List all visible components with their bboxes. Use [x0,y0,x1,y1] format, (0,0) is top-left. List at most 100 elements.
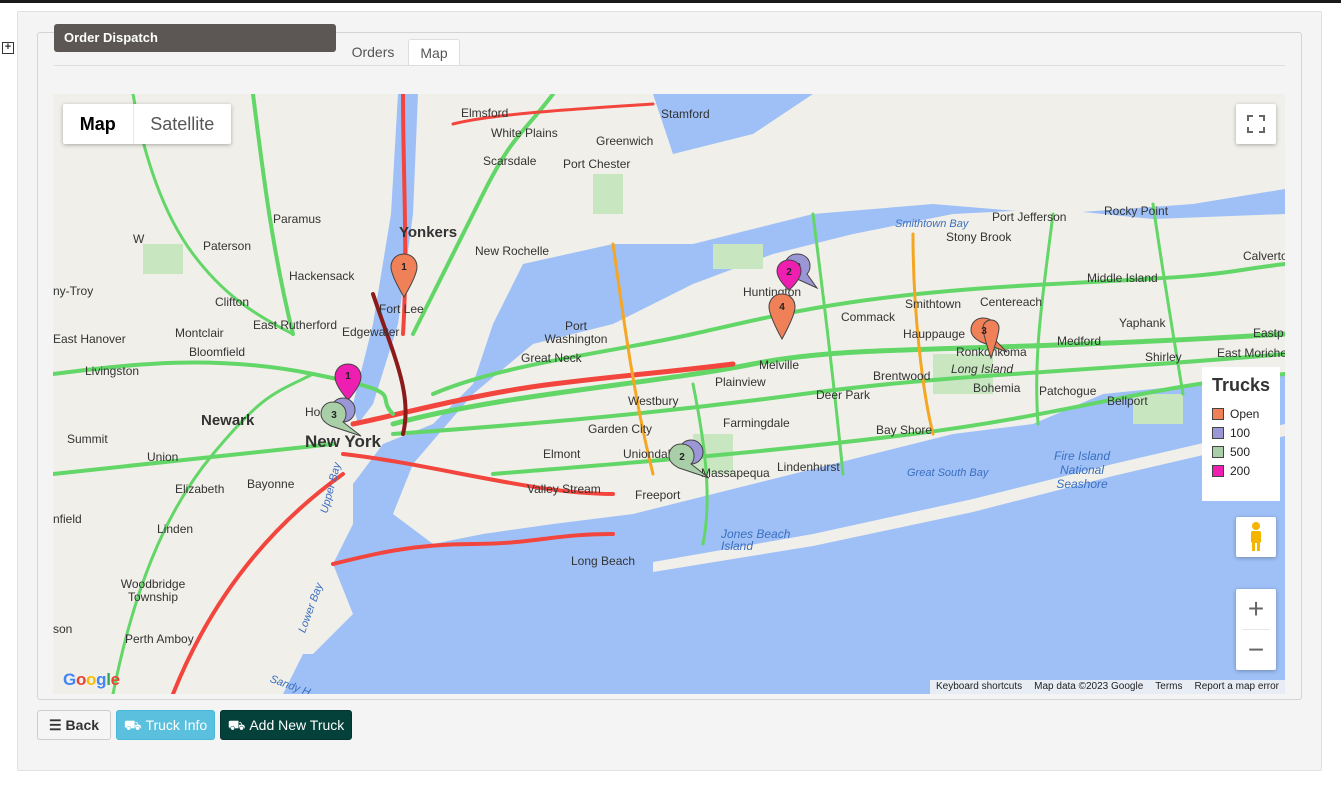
truck-marker[interactable]: 4 [767,292,797,342]
map-type-control: Map Satellite [63,104,231,144]
map-type-satellite-button[interactable]: Satellite [132,104,231,144]
place-long-beach: Long Beach [571,554,636,568]
marker-label: 4 [779,302,785,313]
place-bohemia: Bohemia [973,381,1021,395]
place-fire-island: Fire Island National Seashore [1053,449,1111,491]
marker-label: 3 [331,410,337,421]
google-logo: Google [63,670,120,689]
zoom-in-button[interactable]: + [1236,589,1276,629]
place-hauppauge: Hauppauge [903,327,966,341]
legend-title: Trucks [1212,375,1271,395]
place-bay-shore: Bay Shore [876,423,933,437]
truck-marker[interactable]: 1 [389,252,419,300]
place-summit: Summit [67,432,108,446]
place-commack: Commack [841,310,896,324]
legend-item: 100 [1212,423,1280,442]
place-clifton: Clifton [215,295,250,309]
place-port-washington: Port Washington [544,319,608,346]
place-edgewater: Edgewater [342,325,400,339]
marker-label: 1 [345,371,351,382]
truck-marker[interactable]: 2 [775,258,805,292]
map-data-text: Map data ©2023 Google [1034,681,1144,692]
map-type-map-button[interactable]: Map [63,104,133,144]
marker-label: 1 [401,262,407,273]
place-paramus: Paramus [273,212,322,226]
pegman-icon [1251,522,1261,551]
place-smithtown-bay: Smithtown Bay [895,218,969,230]
place-stony-brook: Stony Brook [946,230,1012,244]
truck-marker[interactable]: 3 [967,316,1013,362]
truck-info-button[interactable]: ⛟ Truck Info [116,710,215,740]
legend-item: 500 [1212,442,1280,461]
report-error-link[interactable]: Report a map error [1189,680,1285,694]
place-valley-stream: Valley Stream [527,482,601,496]
place-linden: Linden [157,522,194,536]
place-yaphank: Yaphank [1119,316,1166,330]
place-hackensack: Hackensack [289,269,355,283]
place-east-rutherford: East Rutherford [253,318,338,332]
place-port-chester: Port Chester [563,157,631,171]
place-medford: Medford [1057,334,1102,348]
panel-title: Order Dispatch [54,24,336,52]
place-yonkers: Yonkers [399,224,458,241]
zoom-out-button[interactable]: − [1236,630,1276,670]
place-calverton: Calverto [1243,249,1285,263]
marker-label: 2 [786,267,792,278]
place-rocky-point: Rocky Point [1104,204,1169,218]
legend-swatch [1212,464,1224,477]
place-wayne: W [133,232,145,246]
truck-marker[interactable]: 2 [665,438,717,484]
place-port-jefferson: Port Jefferson [992,210,1067,224]
place-bellport: Bellport [1107,394,1148,408]
place-newark: Newark [201,412,255,429]
place-scarsdale: Scarsdale [483,154,537,168]
place-greenwich: Greenwich [596,134,654,148]
place-elizabeth: Elizabeth [175,482,225,496]
place-troy: ny-Troy [53,284,94,298]
legend-label: Open [1230,406,1260,421]
place-brentwood: Brentwood [873,369,931,383]
legend-swatch [1212,445,1224,458]
tab-map[interactable]: Map [408,39,460,66]
place-melville: Melville [759,358,800,372]
place-centereach: Centereach [980,295,1043,309]
place-eastport: Eastp [1253,326,1284,340]
map-attribution: Keyboard shortcuts Map data ©2023 Google… [929,680,1285,694]
place-jones-beach: Jones Beach Island [721,527,791,553]
back-button-label: Back [65,717,100,733]
fullscreen-button[interactable] [1236,104,1276,144]
window-top-border [0,0,1341,3]
place-fort-lee: Fort Lee [379,302,424,316]
place-long-island: Long Island [951,362,1014,376]
truck-icon: ⛟ [227,717,246,733]
place-plainview: Plainview [715,375,766,389]
expand-toggle-icon[interactable]: + [2,42,14,54]
place-garden-city: Garden City [588,422,653,436]
place-middle-island: Middle Island [1087,271,1158,285]
place-new-rochelle: New Rochelle [475,244,550,258]
place-bayonne: Bayonne [247,477,295,491]
place-woodbridge: Woodbridge Township [120,577,186,604]
keyboard-shortcuts-link[interactable]: Keyboard shortcuts [930,680,1028,694]
trucks-legend: Trucks Open 100 500 200 [1202,367,1280,501]
place-smithtown: Smithtown [905,297,962,311]
place-paterson: Paterson [203,239,252,253]
map-canvas[interactable]: New York Newark Yonkers Long Island Stam… [53,94,1285,694]
back-button[interactable]: ☰ Back [37,710,111,740]
add-new-truck-button[interactable]: ⛟ Add New Truck [220,710,352,740]
tab-divider [54,65,1285,66]
terms-link[interactable]: Terms [1149,680,1188,694]
zoom-control: + − [1236,589,1276,670]
truck-icon: ⛟ [123,717,142,733]
place-montclair: Montclair [175,326,224,340]
place-freeport: Freeport [635,488,681,502]
street-view-pegman[interactable] [1236,517,1276,557]
place-union: Union [147,450,179,464]
truck-marker[interactable]: 3 [317,396,369,440]
place-great-south-bay: Great South Bay [907,467,989,479]
place-white-plains: White Plains [491,126,558,140]
legend-label: 500 [1230,444,1251,459]
place-patchogue: Patchogue [1039,384,1097,398]
place-great-neck: Great Neck [521,351,582,365]
tab-orders[interactable]: Orders [338,39,408,66]
